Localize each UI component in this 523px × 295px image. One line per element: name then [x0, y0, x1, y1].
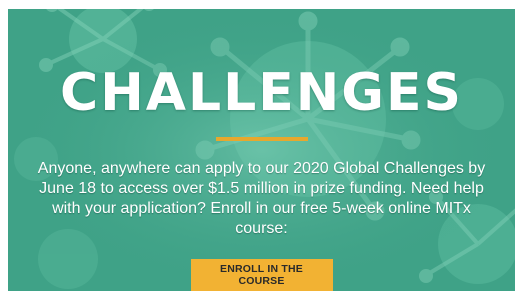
enroll-course-button[interactable]: ENROLL IN THE COURSE [190, 258, 333, 291]
hero-description: Anyone, anywhere can apply to our 2020 G… [37, 159, 486, 237]
hero-headline: CHALLENGES [60, 63, 463, 123]
hero-banner: CHALLENGES Anyone, anywhere can apply to… [8, 9, 515, 291]
hero-content: CHALLENGES Anyone, anywhere can apply to… [8, 9, 515, 291]
accent-divider [215, 137, 308, 141]
